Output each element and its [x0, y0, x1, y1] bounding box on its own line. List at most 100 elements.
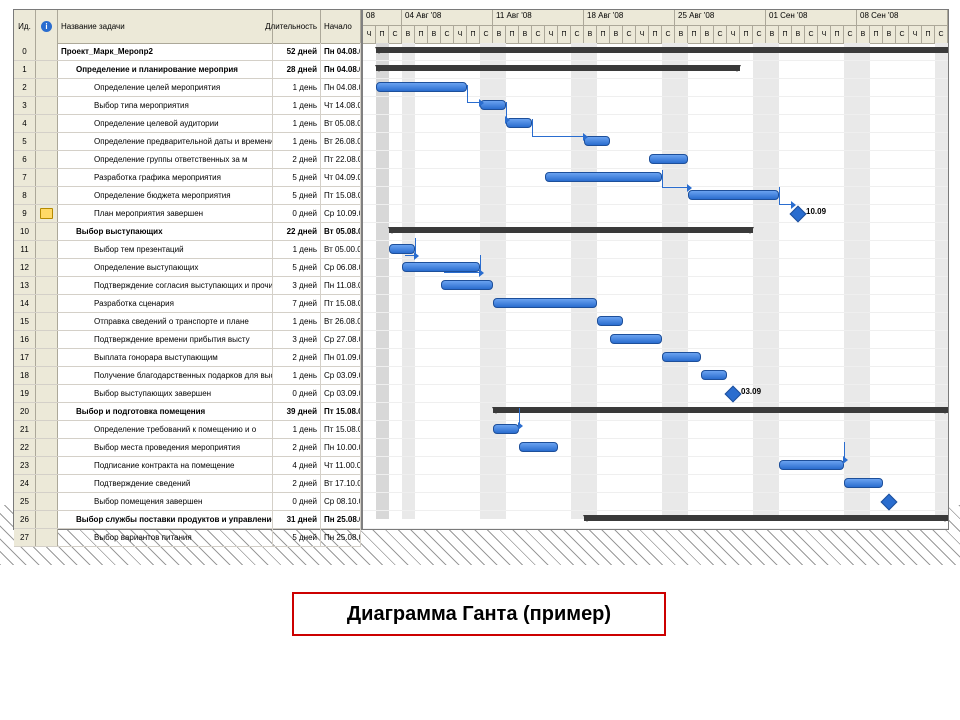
col-id[interactable]: Ид. — [14, 10, 36, 43]
task-row[interactable]: 6Определение группы ответственных за м2 … — [14, 151, 361, 169]
task-start[interactable]: Ср 03.09.08 — [321, 385, 361, 402]
task-duration[interactable]: 31 дней — [273, 511, 321, 528]
task-row[interactable]: 9План мероприятия завершен0 днейСр 10.09… — [14, 205, 361, 223]
week-header[interactable]: 08 Сен '08 — [857, 10, 948, 26]
task-name[interactable]: Определение целей мероприятия — [58, 79, 273, 96]
task-name[interactable]: Проект_Марк_Меропр2 — [58, 43, 273, 60]
task-start[interactable]: Пн 04.08.08 — [321, 79, 361, 96]
task-row[interactable]: 0Проект_Марк_Меропр252 днейПн 04.08.08 — [14, 43, 361, 61]
task-duration[interactable]: 0 дней — [273, 493, 321, 510]
task-name[interactable]: Выбор и подготовка помещения — [58, 403, 273, 420]
task-start[interactable]: Пт 15.08.08 — [321, 403, 361, 420]
task-name[interactable]: Выбор типа мероприятия — [58, 97, 273, 114]
task-start[interactable]: Пн 10.00.00 — [321, 439, 361, 456]
task-start[interactable]: Ср 08.10.08 — [321, 493, 361, 510]
task-row[interactable]: 20Выбор и подготовка помещения39 днейПт … — [14, 403, 361, 421]
task-bar[interactable] — [493, 298, 597, 308]
task-name[interactable]: Определение группы ответственных за м — [58, 151, 273, 168]
task-row[interactable]: 7Разработка графика мероприятия5 днейЧт … — [14, 169, 361, 187]
task-bar[interactable] — [441, 280, 493, 290]
week-header[interactable]: 01 Сен '08 — [766, 10, 857, 26]
task-name[interactable]: Выбор выступающих — [58, 223, 273, 240]
task-row[interactable]: 11Выбор тем презентаций1 деньВт 05.00.00 — [14, 241, 361, 259]
task-start[interactable]: Чт 04.09.08 — [321, 169, 361, 186]
task-row[interactable]: 2Определение целей мероприятия1 деньПн 0… — [14, 79, 361, 97]
task-start[interactable]: Пт 15.08.08 — [321, 295, 361, 312]
task-row[interactable]: 27Выбор вариантов питания5 днейПн 25.08.… — [14, 529, 361, 547]
task-bar[interactable] — [597, 316, 623, 326]
task-duration[interactable]: 2 дней — [273, 439, 321, 456]
task-duration[interactable]: 28 дней — [273, 61, 321, 78]
task-name[interactable]: Определение целевой аудитории — [58, 115, 273, 132]
task-name[interactable]: Определение бюджета мероприятия — [58, 187, 273, 204]
task-name[interactable]: Разработка графика мероприятия — [58, 169, 273, 186]
task-start[interactable]: Пт 15.08.08 — [321, 421, 361, 438]
task-name[interactable]: Определение требований к помещению и о — [58, 421, 273, 438]
task-row[interactable]: 19Выбор выступающих завершен0 днейСр 03.… — [14, 385, 361, 403]
task-row[interactable]: 15Отправка сведений о транспорте и плане… — [14, 313, 361, 331]
task-row[interactable]: 4Определение целевой аудитории1 деньВт 0… — [14, 115, 361, 133]
task-name[interactable]: Выплата гонорара выступающим — [58, 349, 273, 366]
task-name[interactable]: Разработка сценария — [58, 295, 273, 312]
task-bar[interactable] — [662, 352, 701, 362]
summary-bar[interactable] — [376, 47, 948, 53]
gantt-chart[interactable]: 10.0903.09 — [363, 43, 948, 529]
task-bar[interactable] — [779, 460, 844, 470]
task-row[interactable]: 13Подтверждение согласия выступающих и п… — [14, 277, 361, 295]
task-bar[interactable] — [610, 334, 662, 344]
task-row[interactable]: 23Подписание контракта на помещение4 дне… — [14, 457, 361, 475]
task-bar[interactable] — [480, 100, 506, 110]
task-bar[interactable] — [844, 478, 883, 488]
task-start[interactable]: Вт 05.08.08 — [321, 115, 361, 132]
task-start[interactable]: Вт 05.00.00 — [321, 241, 361, 258]
task-start[interactable]: Вт 26.08.08 — [321, 313, 361, 330]
milestone[interactable] — [790, 206, 807, 223]
col-duration[interactable]: Длительность — [273, 10, 321, 43]
task-bar[interactable] — [701, 370, 727, 380]
task-name[interactable]: Выбор тем презентаций — [58, 241, 273, 258]
task-duration[interactable]: 39 дней — [273, 403, 321, 420]
task-start[interactable]: Вт 17.10.08 — [321, 475, 361, 492]
task-duration[interactable]: 1 день — [273, 313, 321, 330]
task-start[interactable]: Пн 04.08.08 — [321, 61, 361, 78]
task-name[interactable]: Выбор помещения завершен — [58, 493, 273, 510]
task-bar[interactable] — [584, 136, 610, 146]
task-name[interactable]: Подтверждение согласия выступающих и про… — [58, 277, 273, 294]
task-name[interactable]: Подтверждение сведений — [58, 475, 273, 492]
task-name[interactable]: Выбор вариантов питания — [58, 529, 273, 546]
task-duration[interactable]: 22 дней — [273, 223, 321, 240]
task-bar[interactable] — [649, 154, 688, 164]
task-start[interactable]: Вт 05.08.08 — [321, 223, 361, 240]
task-duration[interactable]: 5 дней — [273, 187, 321, 204]
task-start[interactable]: Чт 14.08.08 — [321, 97, 361, 114]
task-name[interactable]: Подтверждение времени прибытия высту — [58, 331, 273, 348]
week-header[interactable]: 25 Авг '08 — [675, 10, 766, 26]
task-name[interactable]: Выбор службы поставки продуктов и управл… — [58, 511, 273, 528]
task-duration[interactable]: 1 день — [273, 79, 321, 96]
task-duration[interactable]: 0 дней — [273, 385, 321, 402]
task-row[interactable]: 10Выбор выступающих22 днейВт 05.08.08 — [14, 223, 361, 241]
summary-bar[interactable] — [584, 515, 948, 521]
task-start[interactable]: Ср 27.08.08 — [321, 331, 361, 348]
task-duration[interactable]: 4 дней — [273, 457, 321, 474]
task-start[interactable]: Пн 25.08.08 — [321, 529, 361, 546]
task-duration[interactable]: 0 дней — [273, 205, 321, 222]
task-name[interactable]: План мероприятия завершен — [58, 205, 273, 222]
task-duration[interactable]: 52 дней — [273, 43, 321, 60]
col-name[interactable]: Название задачи — [58, 10, 273, 43]
task-duration[interactable]: 3 дней — [273, 277, 321, 294]
col-start[interactable]: Начало — [321, 10, 361, 43]
task-row[interactable]: 3Выбор типа мероприятия1 деньЧт 14.08.08 — [14, 97, 361, 115]
week-header[interactable]: 11 Авг '08 — [493, 10, 584, 26]
task-row[interactable]: 24Подтверждение сведений2 днейВт 17.10.0… — [14, 475, 361, 493]
task-duration[interactable]: 2 дней — [273, 475, 321, 492]
task-duration[interactable]: 5 дней — [273, 529, 321, 546]
task-start[interactable]: Пн 25.08.08 — [321, 511, 361, 528]
task-duration[interactable]: 5 дней — [273, 169, 321, 186]
task-duration[interactable]: 7 дней — [273, 295, 321, 312]
task-row[interactable]: 14Разработка сценария7 днейПт 15.08.08 — [14, 295, 361, 313]
task-duration[interactable]: 2 дней — [273, 151, 321, 168]
task-bar[interactable] — [402, 262, 480, 272]
task-name[interactable]: Определение выступающих — [58, 259, 273, 276]
task-bar[interactable] — [545, 172, 662, 182]
